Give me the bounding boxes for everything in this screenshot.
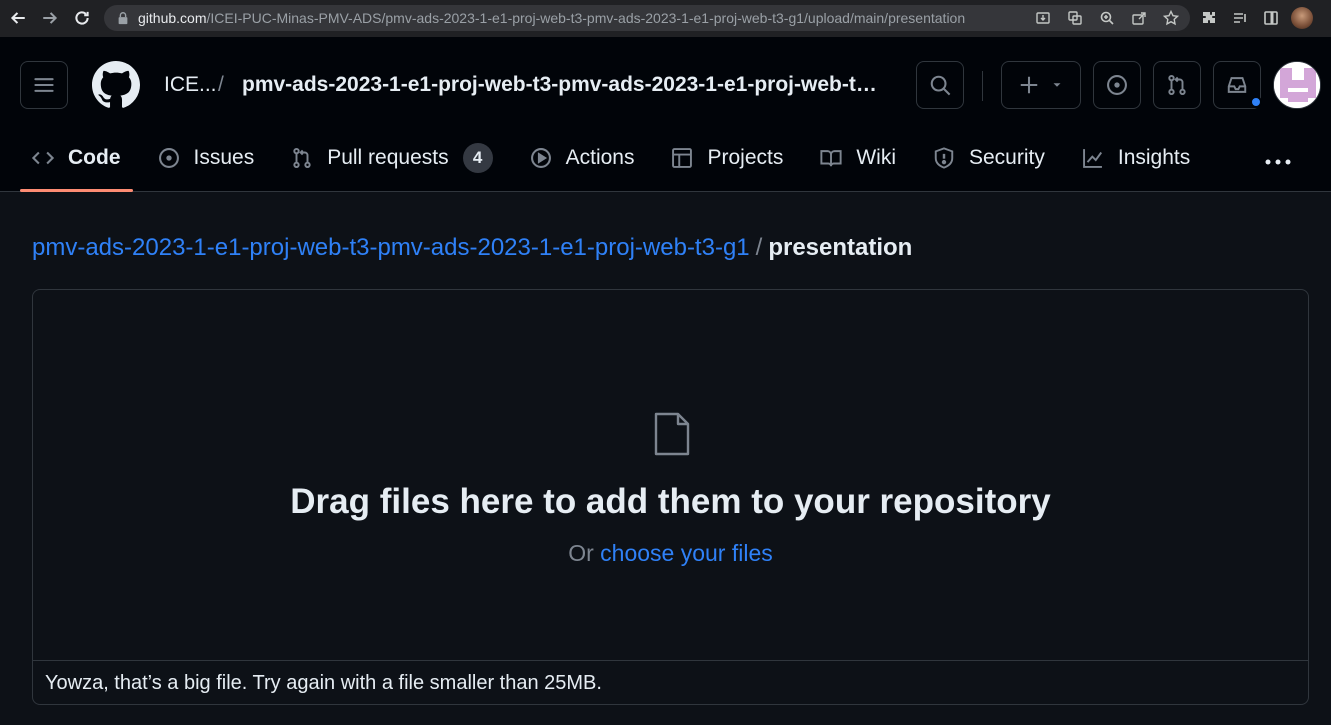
git-pull-request-icon [1168, 74, 1186, 96]
upload-dropzone[interactable]: Drag files here to add them to your repo… [32, 289, 1309, 705]
issues-button[interactable] [1093, 61, 1141, 109]
translate-icon[interactable] [1064, 8, 1086, 28]
lock-icon [118, 12, 128, 25]
zoom-icon[interactable] [1096, 8, 1118, 28]
side-panel-icon[interactable] [1260, 8, 1282, 28]
url-path: /ICEI-PUC-Minas-PMV-ADS/pmv-ads-2023-1-e… [206, 10, 966, 26]
kebab-horizontal-icon [1265, 159, 1291, 165]
chevron-down-icon [1053, 83, 1061, 87]
repo-owner-link[interactable]: ICE... [164, 73, 217, 97]
book-icon [820, 150, 842, 167]
extensions-icon[interactable] [1198, 8, 1220, 28]
search-button[interactable] [916, 61, 964, 109]
notification-indicator [1250, 96, 1262, 108]
issue-opened-icon [1107, 75, 1127, 95]
profile-avatar[interactable] [1291, 7, 1313, 29]
breadcrumb-separator: / [755, 234, 763, 261]
file-size-error-message: Yowza, that’s a big file. Try again with… [33, 660, 1308, 705]
more-tabs-button[interactable] [1264, 147, 1292, 173]
breadcrumb-repo-link[interactable]: pmv-ads-2023-1-e1-proj-web-t3-pmv-ads-20… [32, 234, 750, 261]
play-icon [530, 148, 551, 168]
dropzone-title: Drag files here to add them to your repo… [290, 482, 1051, 521]
header-separator: / [218, 73, 224, 96]
code-icon [32, 151, 54, 165]
github-logo-icon[interactable] [92, 61, 140, 109]
bookmark-star-icon[interactable] [1160, 8, 1182, 28]
forward-arrow-icon[interactable] [34, 2, 66, 34]
url-host: github.com [138, 10, 207, 26]
dropzone-area[interactable]: Drag files here to add them to your repo… [33, 290, 1308, 660]
pull-requests-count-badge: 4 [462, 143, 493, 173]
tab-wiki[interactable]: Wiki [808, 136, 908, 180]
browser-toolbar: github.com/ICEI-PUC-Minas-PMV-ADS/pmv-ad… [0, 0, 1331, 37]
identicon [1274, 62, 1320, 108]
tab-security[interactable]: Security [921, 136, 1057, 180]
breadcrumb-current-folder: presentation [768, 234, 913, 261]
tab-label: Wiki [856, 146, 896, 169]
tab-insights[interactable]: Insights [1070, 136, 1202, 180]
user-avatar[interactable] [1273, 61, 1321, 109]
repo-name-link[interactable]: pmv-ads-2023-1-e1-proj-web-t3-pmv-ads-20… [242, 73, 882, 97]
menu-button[interactable] [20, 61, 68, 109]
breadcrumb: pmv-ads-2023-1-e1-proj-web-t3-pmv-ads-20… [32, 234, 912, 262]
share-icon[interactable] [1128, 8, 1150, 28]
reload-icon[interactable] [66, 2, 98, 34]
table-icon [672, 148, 693, 168]
tab-actions[interactable]: Actions [518, 136, 647, 180]
or-text: Or [568, 540, 594, 566]
tab-label: Pull requests [327, 146, 449, 169]
search-icon [930, 75, 951, 96]
graph-icon [1082, 149, 1102, 168]
tab-label: Actions [565, 146, 635, 169]
plus-icon [1020, 76, 1038, 94]
create-new-button[interactable] [1001, 61, 1081, 109]
pull-request-icon [293, 147, 311, 169]
issue-icon [158, 148, 179, 168]
address-bar[interactable]: github.com/ICEI-PUC-Minas-PMV-ADS/pmv-ad… [104, 5, 1190, 31]
tab-label: Projects [707, 146, 784, 169]
back-arrow-icon[interactable] [2, 2, 34, 34]
github-header: ICE... / pmv-ads-2023-1-e1-proj-web-t3-p… [0, 37, 1331, 192]
install-app-icon[interactable] [1032, 8, 1054, 28]
tab-label: Security [969, 146, 1045, 169]
file-icon [654, 412, 690, 456]
tab-label: Code [68, 146, 121, 169]
tab-issues[interactable]: Issues [146, 136, 267, 180]
header-divider [982, 71, 983, 101]
pull-requests-button[interactable] [1153, 61, 1201, 109]
hamburger-icon [34, 78, 54, 92]
tab-code[interactable]: Code [20, 136, 133, 192]
choose-files-link[interactable]: choose your files [600, 540, 773, 566]
tab-projects[interactable]: Projects [659, 136, 795, 180]
shield-icon [934, 147, 954, 169]
dropzone-subtitle: Or choose your files [33, 540, 1308, 567]
repo-tabs: Code Issues Pull requests 4 Actions Proj… [20, 136, 1215, 192]
inbox-icon [1227, 77, 1247, 93]
reading-list-icon[interactable] [1229, 8, 1251, 28]
tab-pull-requests[interactable]: Pull requests 4 [279, 136, 504, 180]
tab-label: Insights [1117, 146, 1191, 169]
tab-label: Issues [193, 146, 255, 169]
